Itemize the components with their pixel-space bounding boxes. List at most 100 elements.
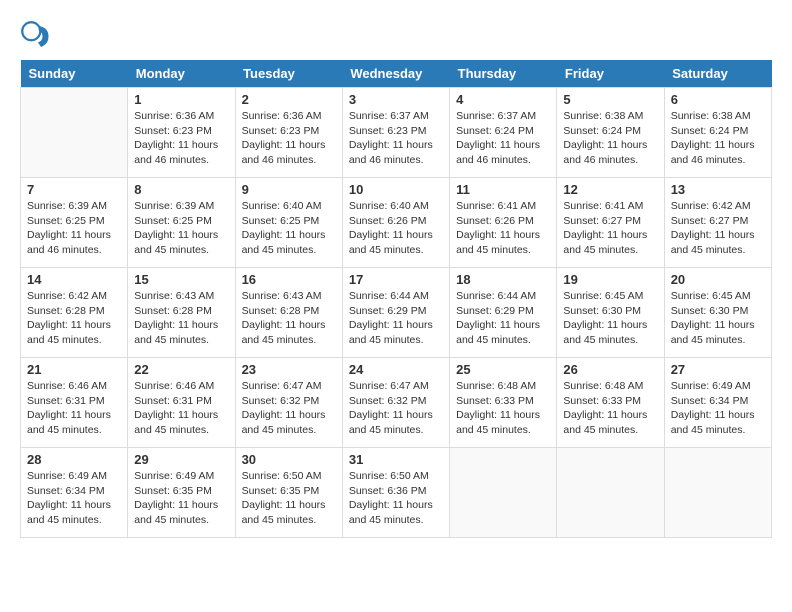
day-number: 6 <box>671 92 765 107</box>
day-info: Sunrise: 6:39 AMSunset: 6:25 PMDaylight:… <box>27 199 121 258</box>
week-row-5: 28 Sunrise: 6:49 AMSunset: 6:34 PMDayligh… <box>21 448 772 538</box>
day-info: Sunrise: 6:37 AMSunset: 6:24 PMDaylight:… <box>456 109 550 168</box>
day-number: 21 <box>27 362 121 377</box>
day-number: 27 <box>671 362 765 377</box>
day-number: 30 <box>242 452 336 467</box>
calendar-cell: 14 Sunrise: 6:42 AMSunset: 6:28 PMDayligh… <box>21 268 128 358</box>
calendar-cell: 21 Sunrise: 6:46 AMSunset: 6:31 PMDayligh… <box>21 358 128 448</box>
day-number: 1 <box>134 92 228 107</box>
day-number: 19 <box>563 272 657 287</box>
day-info: Sunrise: 6:48 AMSunset: 6:33 PMDaylight:… <box>456 379 550 438</box>
calendar-cell: 20 Sunrise: 6:45 AMSunset: 6:30 PMDayligh… <box>664 268 771 358</box>
logo-icon <box>20 20 50 50</box>
day-number: 31 <box>349 452 443 467</box>
calendar-table: SundayMondayTuesdayWednesdayThursdayFrid… <box>20 60 772 538</box>
day-number: 5 <box>563 92 657 107</box>
day-info: Sunrise: 6:41 AMSunset: 6:26 PMDaylight:… <box>456 199 550 258</box>
day-number: 22 <box>134 362 228 377</box>
day-header-saturday: Saturday <box>664 60 771 88</box>
day-info: Sunrise: 6:49 AMSunset: 6:34 PMDaylight:… <box>27 469 121 528</box>
day-number: 16 <box>242 272 336 287</box>
day-info: Sunrise: 6:48 AMSunset: 6:33 PMDaylight:… <box>563 379 657 438</box>
day-info: Sunrise: 6:49 AMSunset: 6:34 PMDaylight:… <box>671 379 765 438</box>
day-number: 11 <box>456 182 550 197</box>
day-info: Sunrise: 6:39 AMSunset: 6:25 PMDaylight:… <box>134 199 228 258</box>
calendar-cell: 30 Sunrise: 6:50 AMSunset: 6:35 PMDayligh… <box>235 448 342 538</box>
day-info: Sunrise: 6:47 AMSunset: 6:32 PMDaylight:… <box>242 379 336 438</box>
calendar-cell: 25 Sunrise: 6:48 AMSunset: 6:33 PMDayligh… <box>450 358 557 448</box>
day-number: 3 <box>349 92 443 107</box>
calendar-cell: 6Sunrise: 6:38 AMSunset: 6:24 PMDaylight… <box>664 88 771 178</box>
calendar-cell: 17 Sunrise: 6:44 AMSunset: 6:29 PMDayligh… <box>342 268 449 358</box>
day-number: 28 <box>27 452 121 467</box>
week-row-3: 14 Sunrise: 6:42 AMSunset: 6:28 PMDayligh… <box>21 268 772 358</box>
day-number: 2 <box>242 92 336 107</box>
day-number: 24 <box>349 362 443 377</box>
page-header <box>20 20 772 50</box>
day-number: 12 <box>563 182 657 197</box>
calendar-cell: 13 Sunrise: 6:42 AMSunset: 6:27 PMDayligh… <box>664 178 771 268</box>
day-number: 9 <box>242 182 336 197</box>
calendar-cell: 26Sunrise: 6:48 AMSunset: 6:33 PMDayligh… <box>557 358 664 448</box>
day-info: Sunrise: 6:44 AMSunset: 6:29 PMDaylight:… <box>349 289 443 348</box>
day-number: 14 <box>27 272 121 287</box>
calendar-cell: 5 Sunrise: 6:38 AMSunset: 6:24 PMDaylight… <box>557 88 664 178</box>
day-info: Sunrise: 6:42 AMSunset: 6:27 PMDaylight:… <box>671 199 765 258</box>
day-info: Sunrise: 6:42 AMSunset: 6:28 PMDaylight:… <box>27 289 121 348</box>
week-row-4: 21 Sunrise: 6:46 AMSunset: 6:31 PMDayligh… <box>21 358 772 448</box>
day-number: 8 <box>134 182 228 197</box>
day-number: 29 <box>134 452 228 467</box>
day-info: Sunrise: 6:40 AMSunset: 6:25 PMDaylight:… <box>242 199 336 258</box>
day-info: Sunrise: 6:46 AMSunset: 6:31 PMDaylight:… <box>134 379 228 438</box>
calendar-cell: 24 Sunrise: 6:47 AMSunset: 6:32 PMDayligh… <box>342 358 449 448</box>
calendar-cell: 10Sunrise: 6:40 AMSunset: 6:26 PMDayligh… <box>342 178 449 268</box>
day-header-thursday: Thursday <box>450 60 557 88</box>
days-header-row: SundayMondayTuesdayWednesdayThursdayFrid… <box>21 60 772 88</box>
day-number: 13 <box>671 182 765 197</box>
calendar-cell: 28 Sunrise: 6:49 AMSunset: 6:34 PMDayligh… <box>21 448 128 538</box>
calendar-cell: 27 Sunrise: 6:49 AMSunset: 6:34 PMDayligh… <box>664 358 771 448</box>
calendar-cell <box>450 448 557 538</box>
calendar-cell: 29Sunrise: 6:49 AMSunset: 6:35 PMDayligh… <box>128 448 235 538</box>
day-info: Sunrise: 6:43 AMSunset: 6:28 PMDaylight:… <box>134 289 228 348</box>
day-info: Sunrise: 6:47 AMSunset: 6:32 PMDaylight:… <box>349 379 443 438</box>
day-info: Sunrise: 6:38 AMSunset: 6:24 PMDaylight:… <box>563 109 657 168</box>
week-row-2: 7 Sunrise: 6:39 AMSunset: 6:25 PMDaylight… <box>21 178 772 268</box>
day-header-monday: Monday <box>128 60 235 88</box>
calendar-cell <box>557 448 664 538</box>
day-number: 17 <box>349 272 443 287</box>
day-info: Sunrise: 6:45 AMSunset: 6:30 PMDaylight:… <box>671 289 765 348</box>
day-number: 25 <box>456 362 550 377</box>
day-number: 15 <box>134 272 228 287</box>
calendar-cell: 2 Sunrise: 6:36 AMSunset: 6:23 PMDaylight… <box>235 88 342 178</box>
day-number: 20 <box>671 272 765 287</box>
day-info: Sunrise: 6:36 AMSunset: 6:23 PMDaylight:… <box>134 109 228 168</box>
calendar-cell: 3 Sunrise: 6:37 AMSunset: 6:23 PMDaylight… <box>342 88 449 178</box>
day-number: 4 <box>456 92 550 107</box>
day-info: Sunrise: 6:50 AMSunset: 6:35 PMDaylight:… <box>242 469 336 528</box>
day-info: Sunrise: 6:50 AMSunset: 6:36 PMDaylight:… <box>349 469 443 528</box>
day-header-friday: Friday <box>557 60 664 88</box>
day-info: Sunrise: 6:46 AMSunset: 6:31 PMDaylight:… <box>27 379 121 438</box>
day-info: Sunrise: 6:36 AMSunset: 6:23 PMDaylight:… <box>242 109 336 168</box>
calendar-cell: 16Sunrise: 6:43 AMSunset: 6:28 PMDayligh… <box>235 268 342 358</box>
day-header-sunday: Sunday <box>21 60 128 88</box>
day-number: 7 <box>27 182 121 197</box>
calendar-cell: 18Sunrise: 6:44 AMSunset: 6:29 PMDayligh… <box>450 268 557 358</box>
logo <box>20 20 54 50</box>
calendar-cell: 8 Sunrise: 6:39 AMSunset: 6:25 PMDaylight… <box>128 178 235 268</box>
calendar-cell: 23 Sunrise: 6:47 AMSunset: 6:32 PMDayligh… <box>235 358 342 448</box>
calendar-cell: 31 Sunrise: 6:50 AMSunset: 6:36 PMDayligh… <box>342 448 449 538</box>
day-info: Sunrise: 6:37 AMSunset: 6:23 PMDaylight:… <box>349 109 443 168</box>
calendar-cell: 1 Sunrise: 6:36 AMSunset: 6:23 PMDaylight… <box>128 88 235 178</box>
day-info: Sunrise: 6:41 AMSunset: 6:27 PMDaylight:… <box>563 199 657 258</box>
calendar-cell: 7 Sunrise: 6:39 AMSunset: 6:25 PMDaylight… <box>21 178 128 268</box>
calendar-cell: 22 Sunrise: 6:46 AMSunset: 6:31 PMDayligh… <box>128 358 235 448</box>
calendar-cell: 19Sunrise: 6:45 AMSunset: 6:30 PMDayligh… <box>557 268 664 358</box>
day-number: 23 <box>242 362 336 377</box>
day-header-tuesday: Tuesday <box>235 60 342 88</box>
week-row-1: 1 Sunrise: 6:36 AMSunset: 6:23 PMDaylight… <box>21 88 772 178</box>
calendar-cell <box>21 88 128 178</box>
day-info: Sunrise: 6:40 AMSunset: 6:26 PMDaylight:… <box>349 199 443 258</box>
day-header-wednesday: Wednesday <box>342 60 449 88</box>
